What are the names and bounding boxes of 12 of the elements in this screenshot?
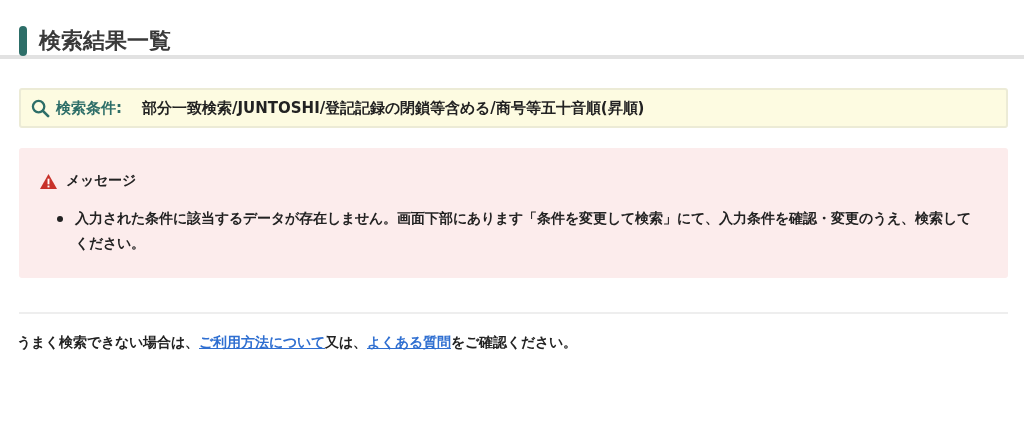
- search-icon: [31, 98, 50, 118]
- conditions-label: 検索条件:: [56, 98, 122, 118]
- message-title: メッセージ: [66, 172, 136, 190]
- help-link[interactable]: ご利用方法について: [199, 334, 325, 350]
- help-text: うまく検索できない場合は、ご利用方法について又は、よくある質問をご確認ください。: [17, 334, 578, 352]
- conditions-value: 部分一致検索/JUNTOSHI/登記記録の閉鎖等含める/商号等五十音順(昇順): [142, 98, 645, 118]
- bullet-icon: [57, 216, 63, 222]
- page-title: 検索結果一覧: [39, 27, 171, 55]
- warning-icon: [39, 172, 58, 190]
- message-text: 入力された条件に該当するデータが存在しません。画面下部にあります「条件を変更して検索」にて、入力条件を確認・変更のうえ、検索してください。: [75, 209, 972, 253]
- help-link[interactable]: よくある質問: [367, 334, 451, 350]
- title-accent-bar: [19, 26, 27, 56]
